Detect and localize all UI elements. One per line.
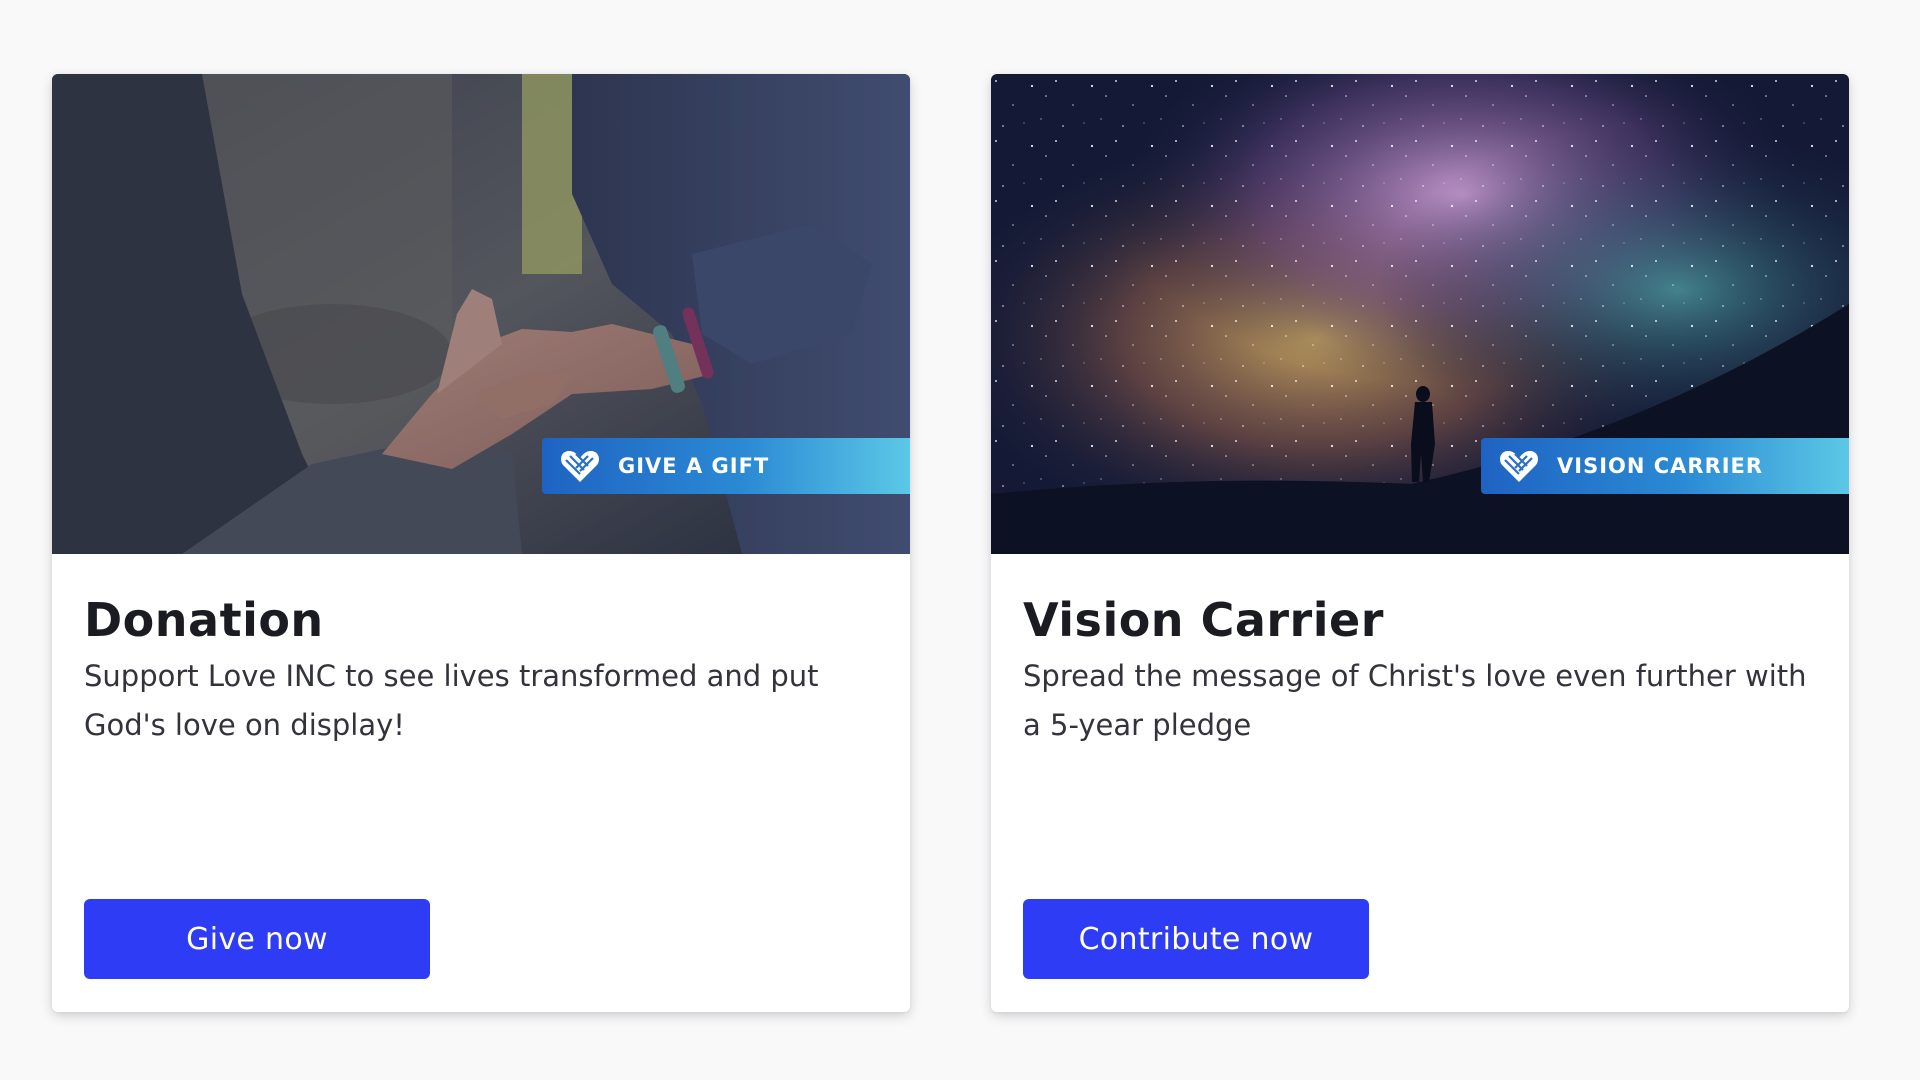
badge-label: VISION CARRIER	[1557, 454, 1764, 478]
heart-stripes-icon	[560, 448, 600, 484]
give-a-gift-badge: GIVE A GIFT	[542, 438, 910, 494]
donation-image: GIVE A GIFT	[52, 74, 910, 554]
heart-stripes-icon	[1499, 448, 1539, 484]
vision-carrier-image: VISION CARRIER	[991, 74, 1849, 554]
card-title: Donation	[84, 593, 324, 647]
vision-carrier-badge: VISION CARRIER	[1481, 438, 1849, 494]
contribute-now-button[interactable]: Contribute now	[1023, 899, 1369, 979]
donation-card: GIVE A GIFT Donation Support Love INC to…	[52, 74, 910, 1012]
card-description: Spread the message of Christ's love even…	[1023, 659, 1807, 742]
card-description: Support Love INC to see lives transforme…	[84, 659, 819, 742]
badge-label: GIVE A GIFT	[618, 454, 770, 478]
vision-carrier-card: VISION CARRIER Vision Carrier Spread the…	[991, 74, 1849, 1012]
card-title: Vision Carrier	[1023, 593, 1384, 647]
give-now-button[interactable]: Give now	[84, 899, 430, 979]
